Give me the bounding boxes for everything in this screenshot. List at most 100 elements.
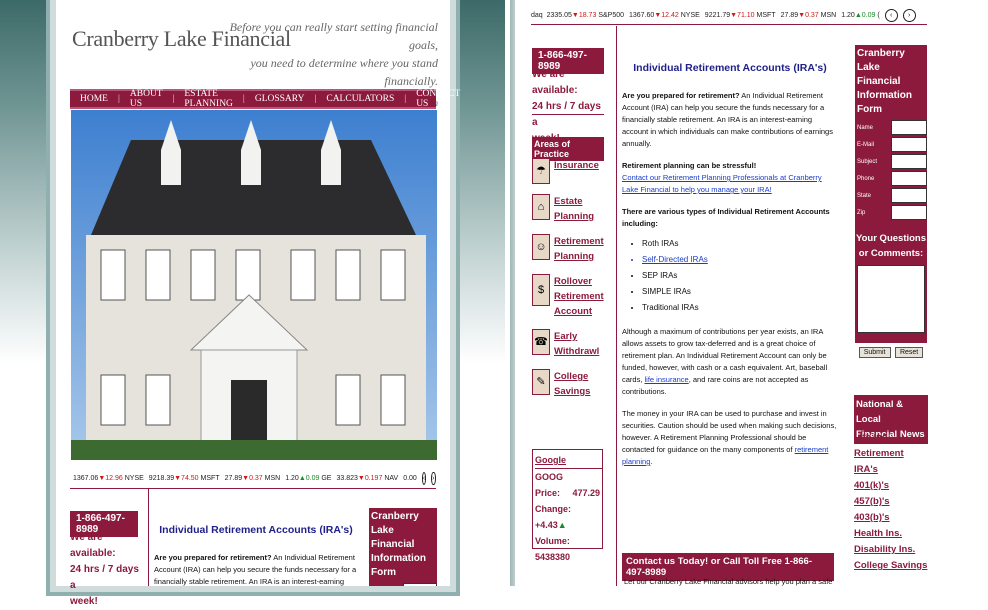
stock-change: Change: +4.43▲ (535, 504, 571, 530)
practice-label[interactable]: Early Withdrawl (554, 329, 599, 359)
ticker-next-icon[interactable]: › (902, 9, 916, 22)
ticker-item: 1.20▲0.09 ( (841, 12, 880, 19)
top-nav: HOME | ABOUT US | ESTATE PLANNING | GLOSSAR… (70, 89, 460, 109)
news-link-401k[interactable]: 401(k)'s (854, 478, 934, 494)
form-row-subject: Subject (855, 153, 927, 170)
main-intro-left: Are you prepared for retirement? An Indi… (154, 553, 357, 586)
paragraph-advisors: Let our Cranberry Lake Financial advisor… (624, 577, 833, 586)
state-input[interactable] (891, 188, 927, 203)
ticker-item: 1367.60▼12.42 NYSE (629, 12, 700, 19)
list-item: SEP IRAs (642, 268, 840, 284)
info-form: Cranberry Lake Financial Information Form … (855, 45, 927, 358)
form-row-zip: Zip (855, 204, 927, 221)
news-link-retirement[interactable]: Retirement (854, 446, 934, 462)
paragraph-types: There are various types of Individual Re… (622, 207, 830, 228)
divider (70, 488, 436, 489)
practice-item-estate[interactable]: ⌂ Estate Planning (532, 194, 612, 224)
house-photo (71, 110, 437, 460)
reset-button[interactable]: Reset (894, 347, 924, 358)
form-row-name: Name (369, 582, 437, 586)
main-heading-left: Individual Retirement Accounts (IRA's) (159, 524, 353, 536)
practice-label[interactable]: Insurance (554, 158, 599, 173)
practice-label[interactable]: Retirement Planning (554, 234, 604, 264)
stock-price: Price: 477.29 (535, 488, 601, 498)
news-links: Life Ins. Retirement IRA's 401(k)'s 457(… (854, 430, 934, 574)
paragraph-contributions: Although a maximum of contributions per … (622, 327, 828, 396)
ticker-item: 1.20▲0.09 GE (285, 475, 332, 482)
questions-label: Your Questions or Comments: (855, 233, 927, 259)
name-input[interactable] (891, 120, 927, 135)
paragraph-stress: Retirement planning can be stressful! Con… (622, 161, 822, 194)
ticker-item: 33.823▼0.197 NAV (336, 475, 399, 482)
practice-label[interactable]: Rollover Retirement Account (554, 274, 604, 319)
comments-textarea[interactable] (857, 265, 925, 333)
ticker-item: 0.00 (403, 475, 417, 482)
divider (148, 488, 149, 586)
right-page: daq 2335.05▼18.73 S&P500 1367.60▼12.42 N… (515, 0, 988, 586)
nav-calculators[interactable]: CALCULATORS (316, 94, 404, 104)
nav-estate[interactable]: ESTATE PLANNING (174, 89, 243, 109)
email-input[interactable] (891, 137, 927, 152)
submit-button[interactable]: Submit (858, 347, 891, 358)
nav-home[interactable]: HOME (70, 94, 118, 104)
ticker-item: 9221.79▼71.10 MSFT (704, 12, 776, 19)
form-title: Cranberry Lake Financial Information Form (857, 48, 912, 115)
left-page: Cranberry Lake Financial Before you can … (56, 0, 460, 607)
divider (531, 24, 927, 25)
zip-input[interactable] (891, 205, 927, 220)
practice-item-college[interactable]: ✎ College Savings (532, 369, 612, 399)
phone-icon: ☎ (532, 329, 550, 355)
subject-input[interactable] (891, 154, 927, 169)
divider (532, 114, 604, 115)
availability: We are available: 24 hrs / 7 days a week… (70, 530, 140, 610)
practice-item-retirement[interactable]: ☺ Retirement Planning (532, 234, 612, 264)
form-row-phone: Phone (855, 170, 927, 187)
ticker-prev-icon[interactable]: ‹ (421, 472, 427, 485)
practice-item-early[interactable]: ☎ Early Withdrawl (532, 329, 612, 359)
list-item: Traditional IRAs (642, 300, 840, 316)
news-link-disability[interactable]: Disability Ins. (854, 542, 934, 558)
quote-line-1: Before you can really start setting fina… (229, 20, 438, 52)
news-link-college[interactable]: College Savings (854, 558, 934, 574)
form-row-email: E-Mail (855, 136, 927, 153)
availability-line-2: 24 hrs / 7 days a (70, 564, 139, 591)
phone-input[interactable] (891, 171, 927, 186)
self-directed-ira-link[interactable]: Self-Directed IRAs (642, 252, 840, 268)
paragraph-intro: Are you prepared for retirement? An Indi… (622, 91, 833, 148)
form-row-state: State (855, 187, 927, 204)
stock-symbol: GOOG (535, 472, 564, 482)
practice-label[interactable]: Estate Planning (554, 194, 594, 224)
umbrella-icon: ☂ (532, 158, 550, 184)
news-link-life[interactable]: Life Ins. (854, 430, 934, 446)
news-link-457b[interactable]: 457(b)'s (854, 494, 934, 510)
practice-item-insurance[interactable]: ☂ Insurance (532, 158, 612, 184)
ticker-prev-icon[interactable]: ‹ (884, 9, 898, 22)
retirement-icon: ☺ (532, 234, 550, 260)
money-icon: $ (532, 274, 550, 306)
news-link-ira[interactable]: IRA's (854, 462, 934, 478)
news-link-health[interactable]: Health Ins. (854, 526, 934, 542)
quote-line-2: you need to determine where you stand fi… (250, 56, 438, 88)
nav-about[interactable]: ABOUT US (120, 89, 173, 109)
practice-label[interactable]: College Savings (554, 369, 594, 399)
nav-contact[interactable]: CONTACT US (406, 89, 470, 109)
availability: We are available: 24 hrs / 7 days a week… (532, 67, 606, 147)
availability-line-3: week! (70, 596, 98, 607)
graduation-icon: ✎ (532, 369, 550, 395)
stock-volume: Volume: 5438380 (535, 536, 571, 562)
main-heading: Individual Retirement Accounts (IRA's) (633, 62, 827, 74)
house-icon: ⌂ (532, 194, 550, 220)
list-item: Roth IRAs (642, 236, 840, 252)
stock-ticker-right: daq 2335.05▼18.73 S&P500 1367.60▼12.42 N… (531, 9, 941, 22)
ticker-item: daq 2335.05▼18.73 S&P500 (531, 12, 624, 19)
ticker-item: 27.89▼0.37 MSN (780, 12, 837, 19)
nav-glossary[interactable]: GLOSSARY (245, 94, 315, 104)
news-link-403b[interactable]: 403(b)'s (854, 510, 934, 526)
practice-item-rollover[interactable]: $ Rollover Retirement Account (532, 274, 612, 319)
life-insurance-link[interactable]: life insurance (645, 375, 689, 384)
ticker-next-icon[interactable]: › (431, 472, 436, 485)
ticker-item: 27.89▼0.37 MSN (224, 475, 281, 482)
contact-professionals-link[interactable]: Contact our Retirement Planning Professi… (622, 173, 822, 194)
form-row-name: Name (855, 119, 927, 136)
list-item: SIMPLE IRAs (642, 284, 840, 300)
